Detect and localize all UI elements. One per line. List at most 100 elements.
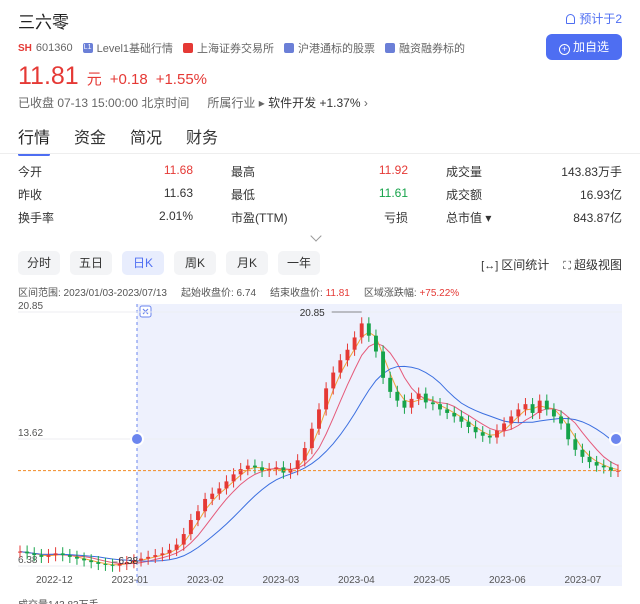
tag-label: 沪港通标的股票 — [298, 43, 376, 55]
candle-body — [110, 564, 115, 566]
candle-body — [430, 402, 435, 405]
candle-body — [331, 372, 336, 389]
candle-body — [594, 462, 599, 466]
price-change: +0.18 — [109, 71, 148, 88]
candle-body — [96, 562, 101, 564]
x-tick-label: 2023-05 — [414, 575, 451, 586]
candle-body — [352, 337, 357, 350]
period-button[interactable]: 五日 — [70, 251, 112, 275]
candle-body — [502, 423, 507, 431]
range-dates: 区间范围: 2023/01/03-2023/07/13 — [18, 288, 167, 299]
range-change-value: +75.22% — [419, 288, 460, 299]
tab-quotes[interactable]: 行情 — [18, 124, 51, 156]
candle-body — [146, 556, 151, 559]
candle-body — [74, 556, 79, 559]
candle-body — [388, 377, 393, 392]
tag-level1[interactable]: L1 Level1基础行情 — [82, 40, 173, 56]
candle-body — [573, 439, 578, 450]
header: 三六零 预计于2 SH 601360 L1 Level1基础行情 上海证券交易所 沪… — [18, 8, 622, 60]
candle-body — [452, 412, 457, 417]
market-status: 已收盘 07-13 15:00:00 北京时间 — [18, 96, 190, 110]
tag-label: 上海证券交易所 — [197, 43, 275, 55]
tab-funds[interactable]: 资金 — [74, 124, 106, 156]
period-button[interactable]: 分时 — [18, 251, 60, 275]
candle-body — [302, 448, 307, 461]
candle-body — [25, 551, 30, 554]
x-tick-label: 2023-01 — [112, 575, 149, 586]
divider — [0, 153, 640, 154]
candle-body — [523, 404, 528, 410]
candle-body — [438, 404, 442, 410]
candle-body — [295, 460, 300, 470]
candle-body — [373, 335, 378, 352]
price-row: 11.81 元 +0.18 +1.55% — [18, 62, 207, 91]
y-tick-label: 20.85 — [18, 301, 43, 312]
candle-body — [495, 430, 499, 438]
period-button[interactable]: 月K — [226, 251, 268, 275]
expand-icon: ⛶ — [563, 260, 571, 272]
chevron-down-icon[interactable] — [310, 230, 322, 242]
period-button[interactable]: 一年 — [278, 251, 320, 275]
add-watchlist-button[interactable]: + 加自选 — [546, 34, 622, 60]
stat-label: 今开 — [18, 165, 43, 179]
range-stats-button[interactable]: [↔] 区间统计 — [481, 256, 549, 273]
range-handle-right[interactable] — [609, 432, 623, 446]
stat-value: 843.87亿 — [573, 211, 622, 225]
stock-tags: SH 601360 L1 Level1基础行情 上海证券交易所 沪港通标的股票 融资… — [18, 40, 622, 56]
candle-body — [238, 469, 243, 475]
candle-body — [473, 426, 478, 433]
period-button[interactable]: 周K — [174, 251, 216, 275]
candle-body — [580, 449, 585, 457]
range-change: 区域涨跌幅: +75.22% — [364, 284, 459, 299]
alert-label: 预计于2 — [579, 12, 622, 26]
candle-body — [587, 456, 592, 463]
range-handle-left[interactable] — [130, 432, 144, 446]
period-button[interactable]: 日K — [122, 251, 164, 275]
candle-body — [139, 558, 143, 561]
plus-icon: + — [558, 44, 570, 55]
stock-code: 601360 — [35, 42, 73, 54]
stats-table: 今开 11.68 最高 11.92 成交量 143.83万手 昨收 11.63 最低 11.61 成… — [18, 163, 622, 232]
stat-value: 16.93亿 — [579, 188, 622, 202]
range-info: 区间范围: 2023/01/03-2023/07/13 起始收盘价: 6.74 … — [18, 284, 459, 299]
candle-body — [309, 428, 314, 449]
candle-body — [381, 351, 386, 378]
candle-body — [601, 465, 606, 468]
x-tick-label: 2023-06 — [489, 575, 526, 586]
range-stats-label: 区间统计 — [501, 258, 550, 272]
stat-label: 换手率 — [18, 211, 55, 225]
market-code: SH 601360 — [18, 42, 73, 54]
kline-chart[interactable]: 20.85 13.62 6.38 2022-12 2023-01 2023-02 2023-… — [0, 300, 640, 600]
candle-body — [409, 398, 414, 408]
candle-body — [416, 393, 421, 399]
tag-margin[interactable]: 融资融券标的 — [385, 40, 465, 56]
candle-body — [245, 465, 250, 470]
super-view-button[interactable]: ⛶ 超级视图 — [563, 256, 622, 273]
y-tick-label: 6.38 — [18, 555, 38, 566]
candle-body — [153, 555, 158, 557]
price-alert-button[interactable]: 预计于2 — [566, 10, 622, 27]
candle-body — [317, 409, 321, 429]
tag-connect[interactable]: 沪港通标的股票 — [284, 40, 375, 56]
industry-link[interactable]: 所属行业 ▸ 软件开发 +1.37% › — [207, 94, 367, 111]
candle-body — [551, 409, 556, 417]
candle-body — [224, 481, 229, 489]
x-tick-label: 2023-02 — [187, 575, 224, 586]
range-start: 起始收盘价: 6.74 — [180, 288, 257, 299]
candle-body — [324, 388, 329, 410]
tag-exchange[interactable]: 上海证券交易所 — [183, 40, 274, 56]
candle-body — [60, 553, 65, 556]
stats-row: 昨收 11.63 最低 11.61 成交额 16.93亿 — [18, 186, 622, 209]
stat-label: 总市值 ▾ — [446, 211, 492, 225]
candle-body — [217, 488, 222, 494]
candle-body — [466, 421, 471, 427]
stat-label: 市盈(TTM) — [231, 211, 288, 225]
stat-value: 亏损 — [383, 211, 408, 225]
candle-body — [160, 553, 165, 556]
tab-finance[interactable]: 财务 — [186, 124, 218, 156]
price-unit: 元 — [86, 71, 102, 88]
price-change-pct: +1.55% — [155, 71, 207, 88]
main-tabs: 行情 资金 简况 财务 — [18, 124, 218, 156]
candle-body — [18, 551, 22, 553]
tab-profile[interactable]: 简况 — [130, 124, 162, 156]
